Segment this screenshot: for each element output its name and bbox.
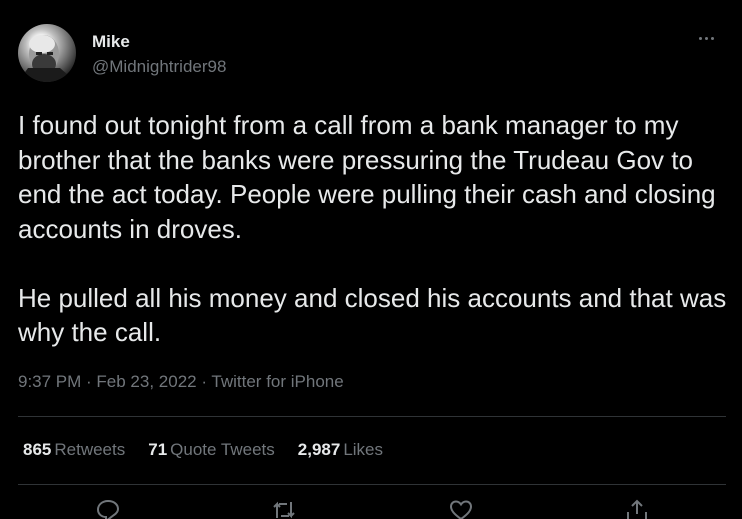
author-display-name[interactable]: Mike [92,32,226,52]
quote-tweets-count: 71 [148,440,168,459]
likes-stat[interactable]: 2,987 Likes [298,440,383,460]
tweet-header: Mike @Midnightrider98 [18,24,724,88]
reply-icon[interactable] [95,498,121,519]
share-icon[interactable] [624,498,650,519]
likes-count: 2,987 [297,440,341,459]
like-icon[interactable] [448,498,474,519]
retweets-count: 865 [23,440,52,459]
author-handle[interactable]: @Midnightrider98 [92,56,226,78]
tweet-timestamp-source[interactable]: 9:37 PM · Feb 23, 2022 · Twitter for iPh… [18,372,344,392]
divider [18,484,726,485]
tweet-text: I found out tonight from a call from a b… [18,110,727,347]
tweet-stats: 865 Retweets 71 Quote Tweets 2,987 Likes [23,440,383,460]
author-names: Mike @Midnightrider98 [92,32,226,78]
tweet-detail: Mike @Midnightrider98 I found out tonigh… [0,0,742,519]
avatar[interactable] [18,24,76,82]
quote-tweets-label: Quote Tweets [170,440,275,459]
tweet-actions [0,498,742,519]
quote-tweets-stat[interactable]: 71 Quote Tweets [148,440,275,460]
divider [18,416,726,417]
more-options-icon[interactable] [692,28,720,48]
avatar-portrait-icon [18,35,76,82]
retweet-icon[interactable] [271,498,297,519]
likes-label: Likes [343,440,383,459]
retweets-label: Retweets [54,440,126,459]
retweets-stat[interactable]: 865 Retweets [23,440,125,460]
